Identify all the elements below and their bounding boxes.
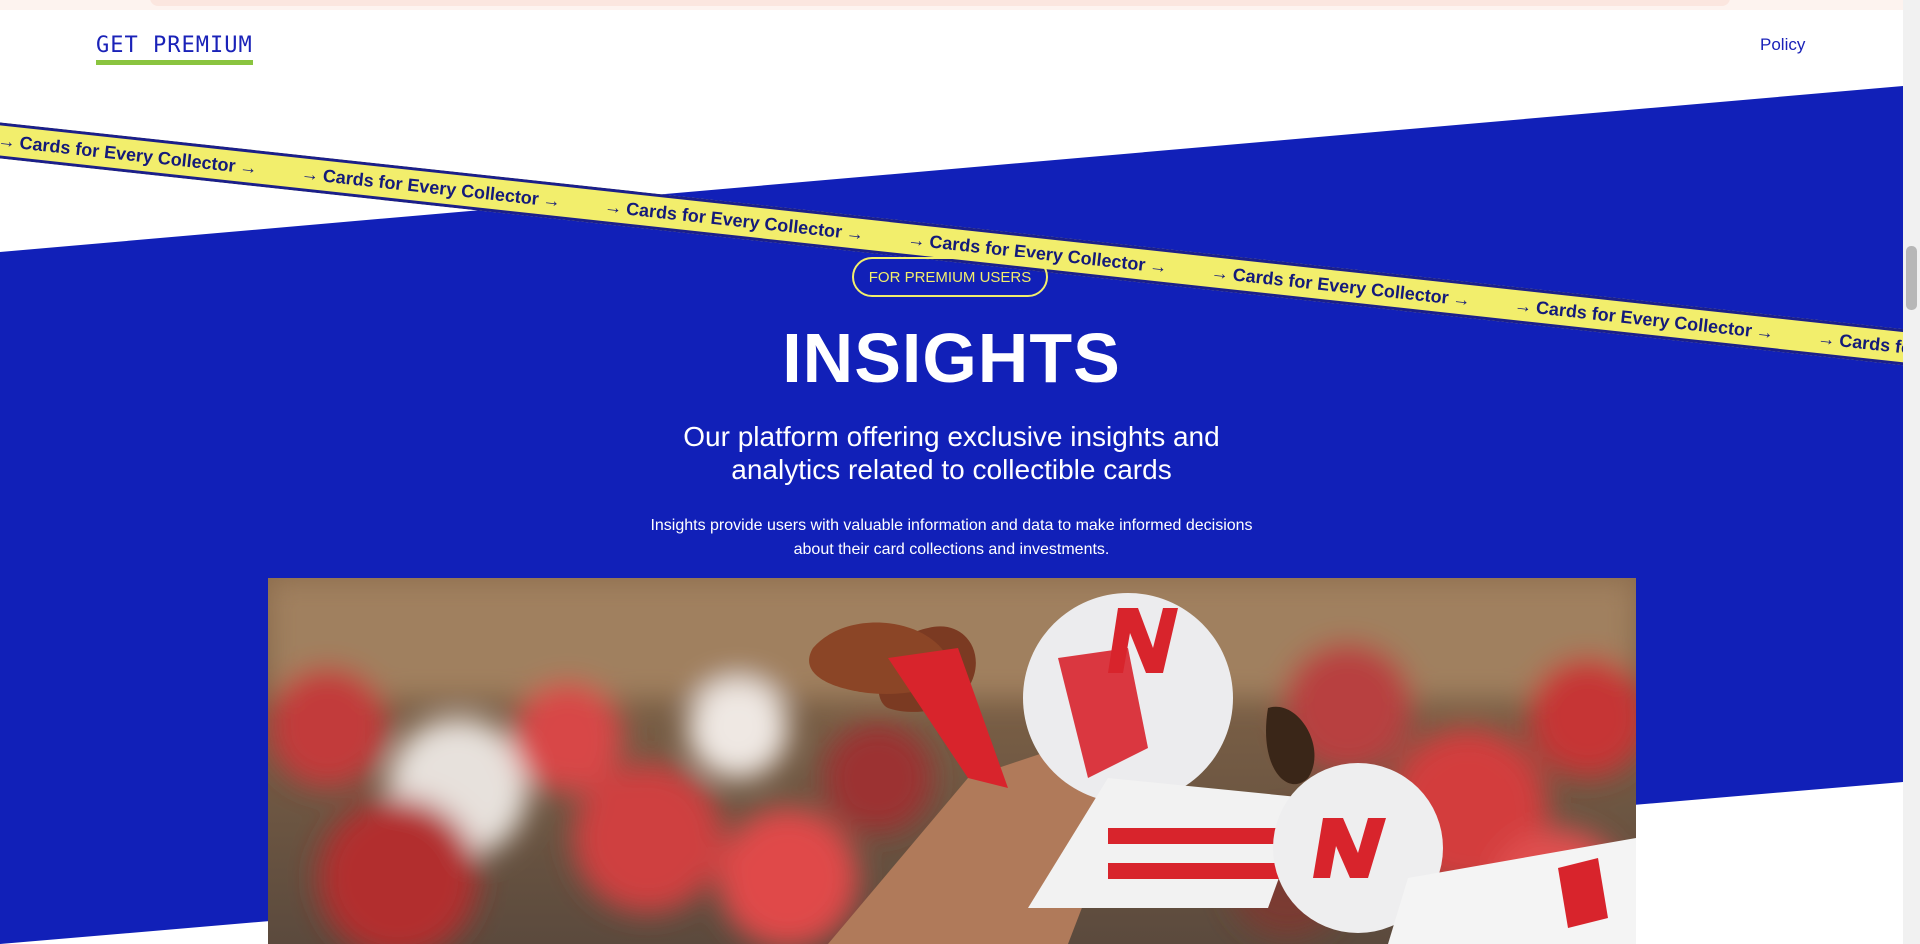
football-player-photo (268, 578, 1636, 944)
arrow-right-icon: → (238, 156, 259, 178)
hero-subtitle: Our platform offering exclusive insights… (683, 421, 1220, 485)
scrollbar-thumb[interactable] (1906, 246, 1917, 310)
arrow-right-icon: → (1209, 261, 1231, 284)
page-title: INSIGHTS (782, 319, 1121, 397)
scrollbar-track[interactable] (1903, 0, 1920, 944)
arrow-right-icon: → (300, 162, 321, 185)
football-photo-illustration (268, 578, 1636, 944)
premium-users-badge: FOR PREMIUM USERS (852, 257, 1048, 297)
get-premium-link[interactable]: GET PREMIUM (96, 33, 253, 66)
arrow-right-icon: → (845, 221, 866, 244)
arrow-right-icon: → (603, 195, 624, 218)
policy-link[interactable]: Policy (1760, 35, 1805, 55)
arrow-right-icon: → (541, 188, 562, 211)
arrow-right-icon: → (906, 228, 927, 251)
hero-description: Insights provide users with valuable inf… (650, 517, 1253, 558)
arrow-right-icon: → (0, 129, 17, 152)
arrow-right-icon: → (1513, 294, 1534, 317)
arrow-right-icon: → (1451, 287, 1472, 310)
arrow-right-icon: → (1148, 254, 1169, 277)
